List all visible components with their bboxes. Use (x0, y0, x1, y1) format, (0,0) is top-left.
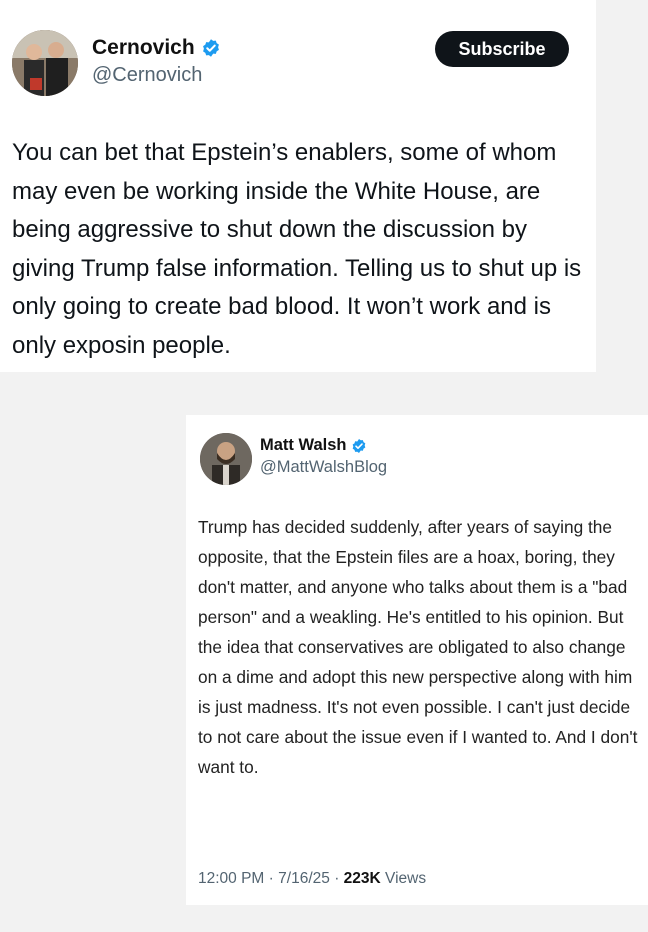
cernovich-display-name[interactable]: Cernovich (92, 36, 221, 60)
tweet-metadata: 12:00 PM · 7/16/25 · 223K Views (198, 870, 426, 888)
mattwalsh-handle[interactable]: @MattWalshBlog (260, 458, 387, 477)
verified-badge-icon (351, 438, 367, 454)
mattwalsh-avatar[interactable] (200, 433, 252, 485)
views-label: Views (385, 870, 427, 887)
mattwalsh-tweet-text: Trump has decided suddenly, after years … (198, 517, 638, 777)
tweet-date[interactable]: 7/16/25 (278, 870, 330, 887)
subscribe-button[interactable]: Subscribe (435, 31, 569, 67)
cernovich-tweet-text: You can bet that Epstein’s enablers, som… (12, 139, 582, 359)
meta-separator: · (334, 870, 340, 887)
cernovich-tweet-card: Cernovich @Cernovich Subscribe You can b… (0, 0, 596, 372)
cernovich-avatar[interactable] (12, 30, 78, 96)
verified-badge-icon (201, 38, 221, 58)
mattwalsh-name-text[interactable]: Matt Walsh (260, 436, 346, 455)
cernovich-name-text[interactable]: Cernovich (92, 36, 195, 60)
meta-separator: · (268, 870, 274, 887)
views-count[interactable]: 223K (344, 870, 381, 887)
tweet-time[interactable]: 12:00 PM (198, 870, 264, 887)
mattwalsh-tweet-card: Matt Walsh @MattWalshBlog Trump has deci… (186, 415, 648, 905)
mattwalsh-display-name[interactable]: Matt Walsh (260, 436, 367, 455)
cernovich-handle[interactable]: @Cernovich (92, 64, 202, 87)
